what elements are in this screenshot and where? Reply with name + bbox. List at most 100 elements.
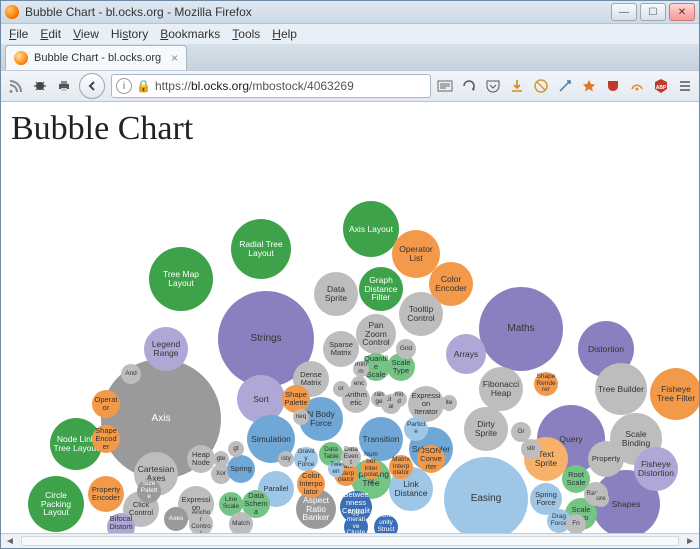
bubble-label: Axis Layout: [349, 225, 393, 234]
back-button[interactable]: [79, 73, 105, 99]
ext-icon-1[interactable]: [533, 78, 549, 94]
close-button[interactable]: ✕: [669, 3, 695, 21]
bubble-label: Operator: [94, 396, 118, 412]
bubble-label: Spring: [230, 465, 252, 473]
bug-icon[interactable]: [31, 77, 49, 95]
bubble[interactable]: Bifocal Distortion: [107, 513, 135, 533]
reload-icon[interactable]: [461, 78, 477, 94]
menu-file[interactable]: File: [9, 27, 28, 41]
ext-icon-2[interactable]: [557, 78, 573, 94]
ext-icon-4[interactable]: [629, 78, 645, 94]
bubble[interactable]: Dirty Sprite: [464, 407, 508, 451]
bubble[interactable]: isty: [278, 451, 294, 467]
reader-icon[interactable]: [437, 78, 453, 94]
bubble[interactable]: Easing: [444, 457, 528, 533]
scroll-left-icon[interactable]: ◄: [1, 536, 19, 547]
hamburger-menu-icon[interactable]: [677, 78, 693, 94]
bubble[interactable]: minim: [353, 361, 369, 377]
bubble[interactable]: neq: [293, 409, 309, 425]
feed-icon[interactable]: [7, 77, 25, 95]
bubble[interactable]: Circle Packing Layout: [28, 476, 84, 532]
bubble[interactable]: range: [371, 391, 387, 407]
menu-history[interactable]: History: [111, 27, 148, 41]
bubble[interactable]: Property: [588, 441, 624, 477]
bubble[interactable]: Shape Renderer: [534, 372, 558, 396]
bubble[interactable]: or: [333, 381, 349, 397]
bubble[interactable]: Grid: [396, 339, 416, 359]
horizontal-scrollbar[interactable]: ◄ ►: [1, 533, 699, 548]
bubble[interactable]: Maths: [479, 287, 563, 371]
bubble[interactable]: Tree Map Layout: [149, 247, 213, 311]
bubble[interactable]: Color Interpolator: [297, 470, 325, 498]
menubar: File Edit View History Bookmarks Tools H…: [1, 24, 699, 44]
menu-help[interactable]: Help: [272, 27, 297, 41]
bubble[interactable]: Fn: [566, 514, 586, 533]
bubble-label: Data Table: [321, 447, 341, 461]
bubble[interactable]: mod: [391, 391, 407, 407]
site-info-icon[interactable]: i: [116, 78, 132, 94]
bubble[interactable]: Sparse Matrix: [323, 331, 359, 367]
bubble-label: Color Interpolator: [299, 472, 323, 496]
download-icon[interactable]: [509, 78, 525, 94]
pocket-icon[interactable]: [485, 78, 501, 94]
scroll-track[interactable]: [21, 536, 679, 546]
bubble[interactable]: Anchor Control: [189, 512, 213, 533]
menu-tools[interactable]: Tools: [232, 27, 260, 41]
bubble[interactable]: Tween: [328, 461, 344, 477]
bubble[interactable]: Fisheye Tree Filter: [650, 368, 699, 420]
bubble[interactable]: enc: [351, 376, 367, 392]
bubble[interactable]: Radial Tree Layout: [231, 219, 291, 279]
bubble[interactable]: Fisheye Distortion: [634, 447, 678, 491]
bubble[interactable]: Fibonacci Heap: [479, 367, 523, 411]
bubble[interactable]: Legend Range: [144, 327, 188, 371]
bubble[interactable]: Operator: [92, 390, 120, 418]
bubble[interactable]: ite: [441, 395, 457, 411]
maximize-button[interactable]: ☐: [640, 3, 666, 21]
bubble[interactable]: Axes: [164, 507, 188, 531]
bubble[interactable]: Size Palette: [137, 479, 161, 503]
bubble[interactable]: Number Interpolator: [361, 459, 381, 479]
bubble[interactable]: Pan Zoom Control: [356, 314, 396, 354]
abp-icon[interactable]: ABP: [653, 78, 669, 94]
minimize-button[interactable]: —: [611, 3, 637, 21]
bubble[interactable]: gt: [228, 441, 244, 457]
bubble[interactable]: Shape Palette: [282, 385, 310, 413]
bubble[interactable]: Data Sprite: [314, 272, 358, 316]
menu-view[interactable]: View: [73, 27, 99, 41]
url-bar[interactable]: i 🔒 https://bl.ocks.org/mbostock/4063269: [111, 74, 431, 98]
bubble-label: Fn: [572, 521, 580, 528]
bubble[interactable]: Match: [229, 512, 253, 533]
bubble[interactable]: Arrays: [446, 334, 486, 374]
bubble[interactable]: Tree Builder: [595, 363, 647, 415]
bubble[interactable]: Gravity Force: [294, 447, 318, 471]
bubble-label: Distortion: [588, 345, 624, 354]
bubble[interactable]: Agglomerative Cluster: [344, 515, 368, 533]
bubble[interactable]: Data Event: [341, 447, 361, 467]
bubble-label: Or: [517, 429, 524, 436]
bubble[interactable]: Heap Node: [187, 445, 215, 473]
bubble[interactable]: Spring: [227, 455, 255, 483]
ext-icon-3[interactable]: [581, 78, 597, 94]
bubble[interactable]: stir: [521, 439, 541, 459]
bubble[interactable]: Axis Layout: [343, 201, 399, 257]
bubble[interactable]: Community Structure: [374, 515, 398, 533]
bubble[interactable]: Graph Distance Filter: [359, 267, 403, 311]
bubble[interactable]: Shape Encoder: [92, 425, 120, 453]
tab-active[interactable]: Bubble Chart - bl.ocks.org ×: [5, 45, 187, 70]
bubble[interactable]: Property Encoder: [88, 476, 124, 512]
ublock-icon[interactable]: [605, 78, 621, 94]
bubble[interactable]: ure: [593, 491, 609, 507]
bubble[interactable]: Matrix Interpolator: [389, 455, 413, 479]
bubble-label: Tree Builder: [598, 385, 644, 394]
bubble[interactable]: JSON Converter: [417, 445, 445, 473]
bubble[interactable]: Tooltip Control: [399, 292, 443, 336]
menu-edit[interactable]: Edit: [40, 27, 61, 41]
bubble[interactable]: gte: [213, 451, 229, 467]
menu-bookmarks[interactable]: Bookmarks: [160, 27, 220, 41]
tab-close-icon[interactable]: ×: [171, 51, 178, 65]
bubble-label: gt: [233, 446, 238, 453]
bubble[interactable]: Particle: [404, 417, 428, 441]
scroll-right-icon[interactable]: ►: [681, 536, 699, 547]
printer-icon[interactable]: [55, 77, 73, 95]
bubble[interactable]: And: [121, 364, 141, 384]
